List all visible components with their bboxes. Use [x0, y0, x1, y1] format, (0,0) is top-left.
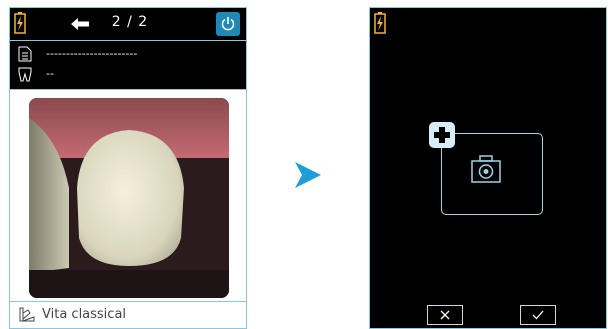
screen-left: 2 / 2 ----------------------- -- Vita cl…: [9, 7, 247, 329]
shade-guide-icon: [18, 307, 36, 327]
top-bar: 2 / 2: [10, 8, 246, 40]
next-arrow-icon: [293, 160, 323, 194]
back-arrow-icon[interactable]: [70, 16, 90, 36]
record-row: -----------------------: [10, 45, 246, 65]
power-icon: [221, 17, 235, 31]
battery-icon: [14, 12, 26, 38]
tooth-icon: [18, 66, 32, 86]
plus-icon: [434, 127, 450, 143]
close-icon: [440, 310, 450, 320]
screen-right: [369, 7, 607, 329]
cancel-button[interactable]: [427, 305, 463, 325]
confirm-button[interactable]: [520, 305, 556, 325]
document-icon: [18, 46, 32, 66]
info-panel: ----------------------- --: [10, 40, 246, 90]
check-icon: [532, 310, 544, 320]
record-value: -----------------------: [46, 47, 138, 60]
shade-guide-label: Vita classical: [42, 307, 127, 322]
tooth-row: --: [10, 65, 246, 85]
tooth-photo: [29, 98, 229, 298]
tooth-value: --: [46, 67, 54, 80]
power-button[interactable]: [216, 12, 240, 36]
camera-icon: [471, 155, 501, 187]
add-photo-button[interactable]: [429, 122, 455, 148]
page-counter: 2 / 2: [111, 14, 149, 30]
footer-bar: Vita classical: [10, 301, 246, 328]
battery-icon: [374, 12, 386, 38]
